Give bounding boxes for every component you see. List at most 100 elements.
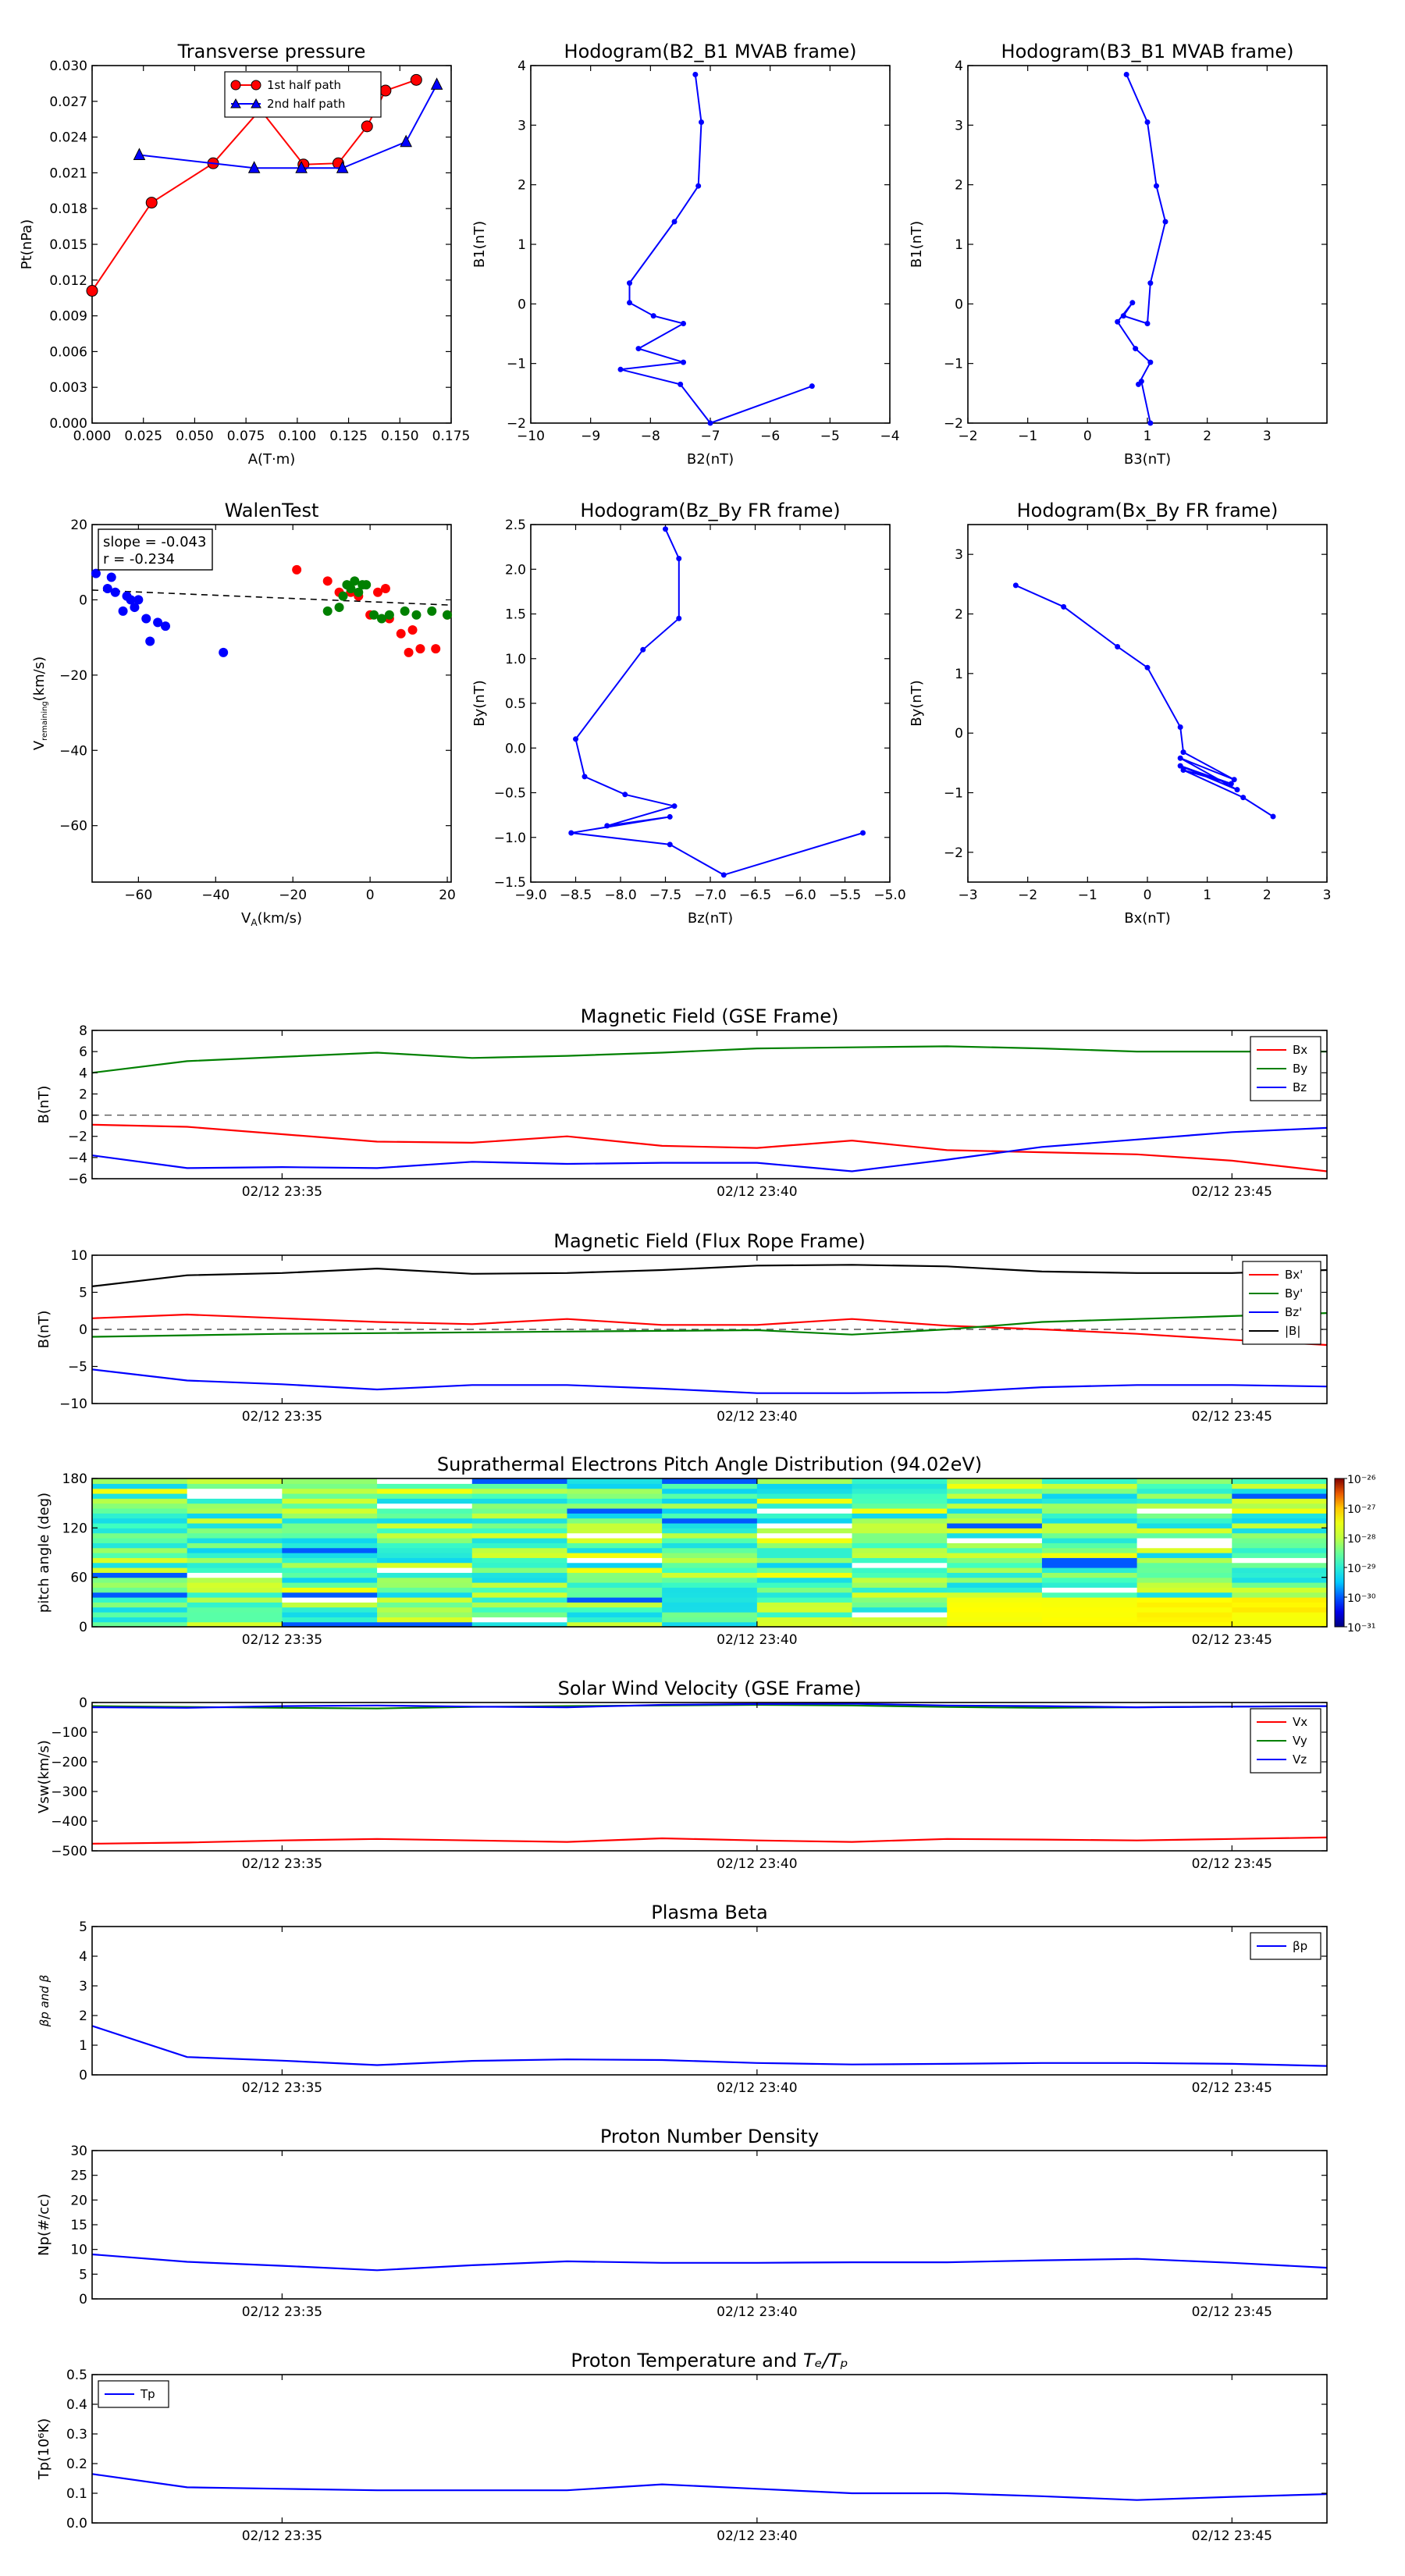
heatmap-cell xyxy=(471,1538,568,1543)
heatmap-cell xyxy=(756,1542,853,1549)
heatmap-cell xyxy=(377,1597,473,1603)
heatmap-cell xyxy=(282,1547,378,1553)
x-axis-label-unit: (km/s) xyxy=(258,910,302,927)
heatmap-cell xyxy=(662,1478,758,1484)
x-tick-label: −7 xyxy=(700,429,720,444)
data-point xyxy=(1144,119,1151,126)
heatmap-cell xyxy=(947,1508,1043,1514)
data-point xyxy=(133,148,146,160)
data-point xyxy=(699,119,704,126)
x-tick-label: −8.0 xyxy=(604,888,636,903)
heatmap-cell xyxy=(567,1567,663,1573)
heatmap-cell xyxy=(947,1493,1043,1499)
data-point xyxy=(1123,71,1129,77)
heatmap-cell xyxy=(377,1557,473,1564)
data-point xyxy=(1147,280,1154,286)
heatmap-cell xyxy=(471,1553,568,1558)
chart-beta: Plasma Beta02/12 23:35 02/12 23:40 02/12 2… xyxy=(37,1902,1328,2096)
y-tick-label: 4 xyxy=(955,59,963,74)
plot-frame xyxy=(91,1030,1328,1179)
heatmap-cell xyxy=(662,1592,758,1598)
series xyxy=(91,1045,1327,1074)
heatmap-cell xyxy=(282,1517,378,1524)
y-tick-label: 0.030 xyxy=(49,59,87,74)
heatmap-cell xyxy=(377,1538,473,1543)
data-point xyxy=(1133,346,1139,352)
data-point xyxy=(322,606,333,616)
y-tick-label: 0 xyxy=(955,297,963,312)
heatmap-cell xyxy=(947,1617,1043,1623)
heatmap-cell xyxy=(187,1523,283,1528)
y-tick-label: −2 xyxy=(944,845,963,861)
heatmap-cell xyxy=(852,1553,948,1558)
heatmap-cell xyxy=(1232,1597,1328,1603)
series xyxy=(91,2025,1328,2067)
y-tick-label: 2.5 xyxy=(505,518,526,533)
x-tick-label: 02/12 23:45 xyxy=(1192,1184,1272,1200)
y-tick-label: 0.4 xyxy=(66,2397,87,2413)
heatmap-cell xyxy=(947,1587,1043,1593)
legend-label: 1st half path xyxy=(267,78,341,92)
heatmap-cell xyxy=(567,1547,663,1553)
heatmap-cell xyxy=(1136,1577,1232,1583)
heatmap-cell xyxy=(377,1617,473,1623)
heatmap-cell xyxy=(1232,1567,1328,1573)
heatmap-cell xyxy=(282,1513,378,1519)
heatmap-cell xyxy=(662,1488,758,1494)
heatmap-cell xyxy=(1232,1523,1328,1528)
heatmap-cell xyxy=(471,1528,568,1534)
series-line xyxy=(620,74,813,425)
heatmap-cell xyxy=(282,1617,378,1623)
heatmap-cell xyxy=(471,1612,568,1617)
x-axis-label: A(T·m) xyxy=(248,451,296,468)
heatmap-cell xyxy=(662,1582,758,1588)
heatmap-cell xyxy=(567,1523,663,1528)
legend: Vx Vy Vz xyxy=(1250,1708,1321,1774)
heatmap-cell xyxy=(852,1517,948,1524)
y-tick-label: 0 xyxy=(79,1695,87,1711)
x-tick-label: −2 xyxy=(1018,888,1037,903)
heatmap-cell xyxy=(471,1523,568,1528)
plot-frame xyxy=(91,1702,1328,1852)
heatmap-cell xyxy=(1041,1508,1138,1514)
heatmap-cell xyxy=(377,1488,473,1494)
heatmap-cell xyxy=(471,1562,568,1568)
heatmap-cell xyxy=(1232,1547,1328,1553)
heatmap-cell xyxy=(852,1483,948,1489)
heatmap-cell xyxy=(1232,1582,1328,1588)
y-tick-label: 0.5 xyxy=(505,696,526,712)
heatmap-cell xyxy=(1136,1517,1232,1524)
chart-title: Proton Number Density xyxy=(600,2126,819,2147)
data-point xyxy=(384,610,394,620)
y-tick-label: 4 xyxy=(79,1066,87,1081)
x-tick-label: −3 xyxy=(958,888,977,903)
heatmap-cell xyxy=(471,1513,568,1519)
x-tick-label: 02/12 23:45 xyxy=(1192,1856,1272,1872)
series xyxy=(1012,582,1276,820)
y-tick-label: 8 xyxy=(79,1023,87,1039)
y-tick-label: 0.0 xyxy=(505,741,526,756)
heatmap-cell xyxy=(92,1587,188,1593)
y-tick-label: 0.018 xyxy=(49,201,87,217)
heatmap-cell xyxy=(1136,1606,1232,1613)
y-axis-label: pitch angle (deg) xyxy=(36,1493,52,1613)
heatmap-cell xyxy=(756,1523,853,1528)
data-point xyxy=(622,792,628,798)
legend: Bx By Bz xyxy=(1250,1036,1321,1101)
heatmap-cell xyxy=(567,1503,663,1509)
x-tick-label: 02/12 23:40 xyxy=(717,1632,797,1648)
data-point xyxy=(400,134,412,148)
heatmap-cell xyxy=(662,1587,758,1593)
heatmap-cell xyxy=(377,1582,473,1588)
data-point xyxy=(809,383,815,390)
y-tick-label: 0.012 xyxy=(49,273,87,289)
y-tick-label: −1.5 xyxy=(494,875,526,891)
heatmap-cell xyxy=(662,1517,758,1524)
heatmap-cell xyxy=(852,1557,948,1564)
heatmap-cell xyxy=(662,1542,758,1549)
heatmap-cell xyxy=(662,1523,758,1528)
plot-frame xyxy=(91,2150,1328,2300)
chart-title: Magnetic Field (GSE Frame) xyxy=(581,1005,839,1027)
heatmap-cell xyxy=(1232,1478,1328,1484)
heatmap-cell xyxy=(947,1557,1043,1564)
